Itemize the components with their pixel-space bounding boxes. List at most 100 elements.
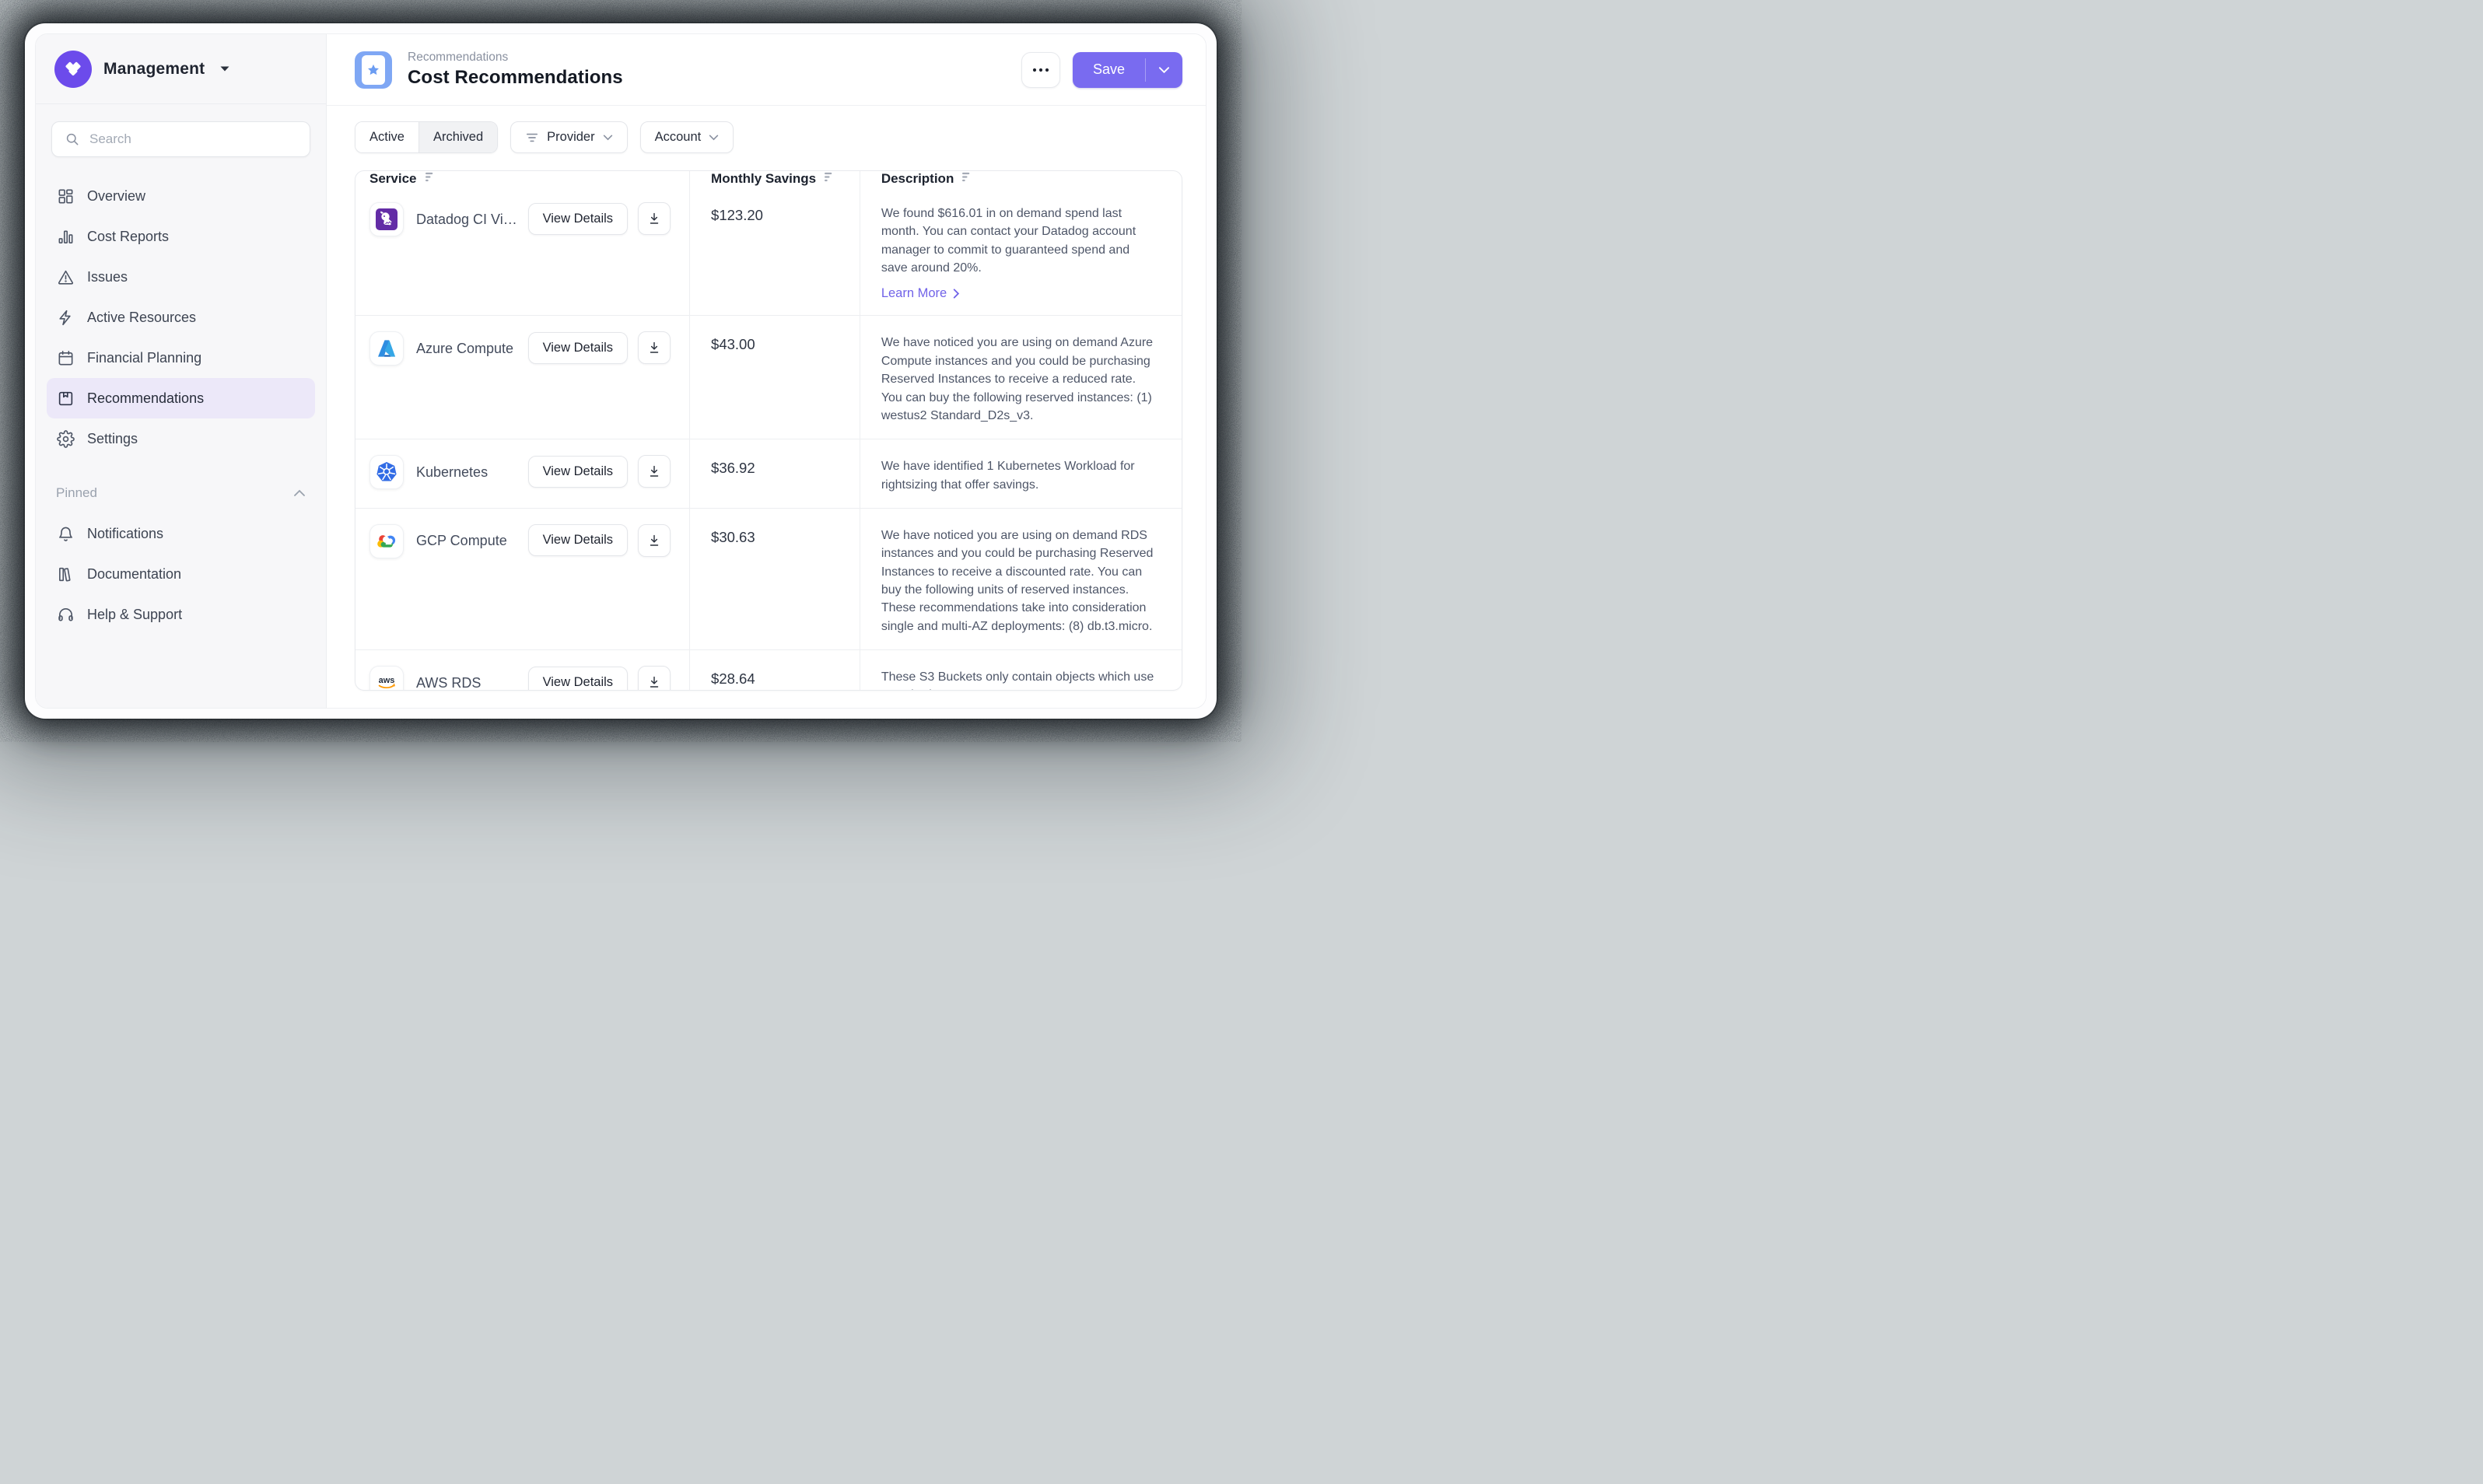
gcp-icon (369, 524, 404, 558)
download-icon (647, 212, 661, 226)
status-segmented-control: ActiveArchived (355, 121, 498, 153)
chevron-down-icon (1158, 66, 1170, 74)
recommendations-star-icon (355, 51, 392, 89)
download-icon (647, 534, 661, 548)
learn-more-link[interactable]: Learn More (881, 286, 960, 301)
service-name: Kubernetes (416, 464, 488, 481)
search-input[interactable] (89, 131, 297, 147)
kubernetes-icon (369, 455, 404, 489)
sidebar-item-settings[interactable]: Settings (47, 418, 315, 459)
sidebar-item-active-resources[interactable]: Active Resources (47, 297, 315, 338)
tab-archived[interactable]: Archived (419, 122, 497, 152)
sort-icon[interactable] (425, 172, 436, 186)
sort-icon[interactable] (961, 172, 973, 186)
pinned-section-header[interactable]: Pinned (36, 476, 326, 510)
table-header-row: Service Monthly Savings Description (355, 171, 1182, 187)
download-button[interactable] (638, 202, 671, 235)
financial-planning-icon (56, 348, 75, 367)
account-filter-label: Account (655, 130, 702, 145)
service-name: AWS RDS (416, 675, 481, 691)
service-name: GCP Compute (416, 533, 507, 549)
chevron-down-icon (709, 130, 719, 145)
download-button[interactable] (638, 524, 671, 557)
view-details-button[interactable]: View Details (528, 203, 628, 235)
recommendations-icon (56, 389, 75, 408)
monthly-savings-value: $30.63 (711, 529, 755, 545)
sidebar-item-issues[interactable]: Issues (47, 257, 315, 297)
save-split-button: Save (1073, 52, 1182, 88)
description-text: We have identified 1 Kubernetes Workload… (881, 457, 1158, 494)
table-row: Kubernetes View Details $36.92 We have i… (355, 439, 1182, 508)
svg-text:aws: aws (379, 676, 395, 685)
table-row: GCP Compute View Details $30.63 We have … (355, 508, 1182, 649)
account-filter-button[interactable]: Account (640, 121, 734, 153)
workspace-name: Management (103, 60, 205, 79)
monthly-savings-value: $123.20 (711, 207, 763, 223)
monthly-savings-value: $28.64 (711, 670, 755, 687)
workspace-switcher[interactable]: Management (36, 34, 326, 104)
sidebar-item-recommendations[interactable]: Recommendations (47, 378, 315, 418)
pinned-nav: Notifications Documentation Help & Suppo… (36, 510, 326, 635)
aws-icon: aws (369, 666, 404, 691)
monthly-savings-value: $36.92 (711, 460, 755, 476)
datadog-icon (369, 202, 404, 236)
pinned-label: Pinned (56, 485, 97, 501)
main-content: Recommendations Cost Recommendations Sav… (327, 34, 1206, 708)
chevron-up-icon[interactable] (293, 485, 306, 501)
download-icon (647, 675, 661, 689)
sort-icon[interactable] (824, 172, 835, 186)
filter-icon (525, 131, 539, 144)
table-row: aws AWS RDS View Details $28.64 These S3… (355, 649, 1182, 691)
description-text: We have noticed you are using on demand … (881, 334, 1158, 425)
column-header-service: Service (369, 171, 417, 187)
sidebar-item-cost-reports[interactable]: Cost Reports (47, 216, 315, 257)
cost-reports-icon (56, 227, 75, 246)
notifications-icon (56, 524, 75, 543)
pinned-item-help-support[interactable]: Help & Support (47, 594, 315, 635)
download-button[interactable] (638, 455, 671, 488)
sidebar-item-overview[interactable]: Overview (47, 176, 315, 216)
issues-icon (56, 268, 75, 286)
settings-icon (56, 429, 75, 448)
save-dropdown-button[interactable] (1146, 52, 1182, 88)
page-title: Cost Recommendations (408, 67, 623, 89)
service-name: Datadog CI Visibility (416, 212, 519, 228)
table-row: Datadog CI Visibility View Details $123.… (355, 187, 1182, 315)
sidebar: Management Overview Cost Reports Issues … (36, 34, 327, 708)
provider-filter-button[interactable]: Provider (510, 121, 627, 153)
overview-icon (56, 187, 75, 205)
description-text: We found $616.01 in on demand spend last… (881, 205, 1158, 277)
download-icon (647, 341, 661, 355)
description-text: These S3 Buckets only contain objects wh… (881, 668, 1158, 691)
documentation-icon (56, 565, 75, 583)
more-options-button[interactable] (1021, 52, 1060, 88)
workspace-logo-icon (54, 51, 92, 88)
recommendations-table: Service Monthly Savings Description (355, 170, 1182, 691)
service-name: Azure Compute (416, 341, 513, 357)
view-details-button[interactable]: View Details (528, 667, 628, 691)
table-body: Datadog CI Visibility View Details $123.… (355, 187, 1182, 691)
column-header-monthly-savings: Monthly Savings (711, 171, 816, 187)
sidebar-search[interactable] (51, 121, 310, 157)
azure-icon (369, 331, 404, 366)
provider-filter-label: Provider (547, 130, 594, 145)
download-button[interactable] (638, 331, 671, 364)
pinned-item-notifications[interactable]: Notifications (47, 513, 315, 554)
sidebar-item-financial-planning[interactable]: Financial Planning (47, 338, 315, 378)
download-button[interactable] (638, 666, 671, 691)
view-details-button[interactable]: View Details (528, 456, 628, 488)
help-support-icon (56, 605, 75, 624)
save-button[interactable]: Save (1073, 52, 1145, 88)
filter-bar: ActiveArchived Provider Account (327, 106, 1206, 158)
app-window: Management Overview Cost Reports Issues … (25, 23, 1217, 719)
view-details-button[interactable]: View Details (528, 524, 628, 556)
pinned-item-documentation[interactable]: Documentation (47, 554, 315, 594)
table-row: Azure Compute View Details $43.00 We hav… (355, 315, 1182, 439)
workspace-caret-down-icon (219, 62, 230, 76)
sidebar-nav: Overview Cost Reports Issues Active Reso… (36, 162, 326, 459)
monthly-savings-value: $43.00 (711, 336, 755, 352)
view-details-button[interactable]: View Details (528, 332, 628, 364)
download-icon (647, 464, 661, 478)
breadcrumb: Recommendations (408, 51, 623, 65)
tab-active[interactable]: Active (355, 122, 419, 152)
